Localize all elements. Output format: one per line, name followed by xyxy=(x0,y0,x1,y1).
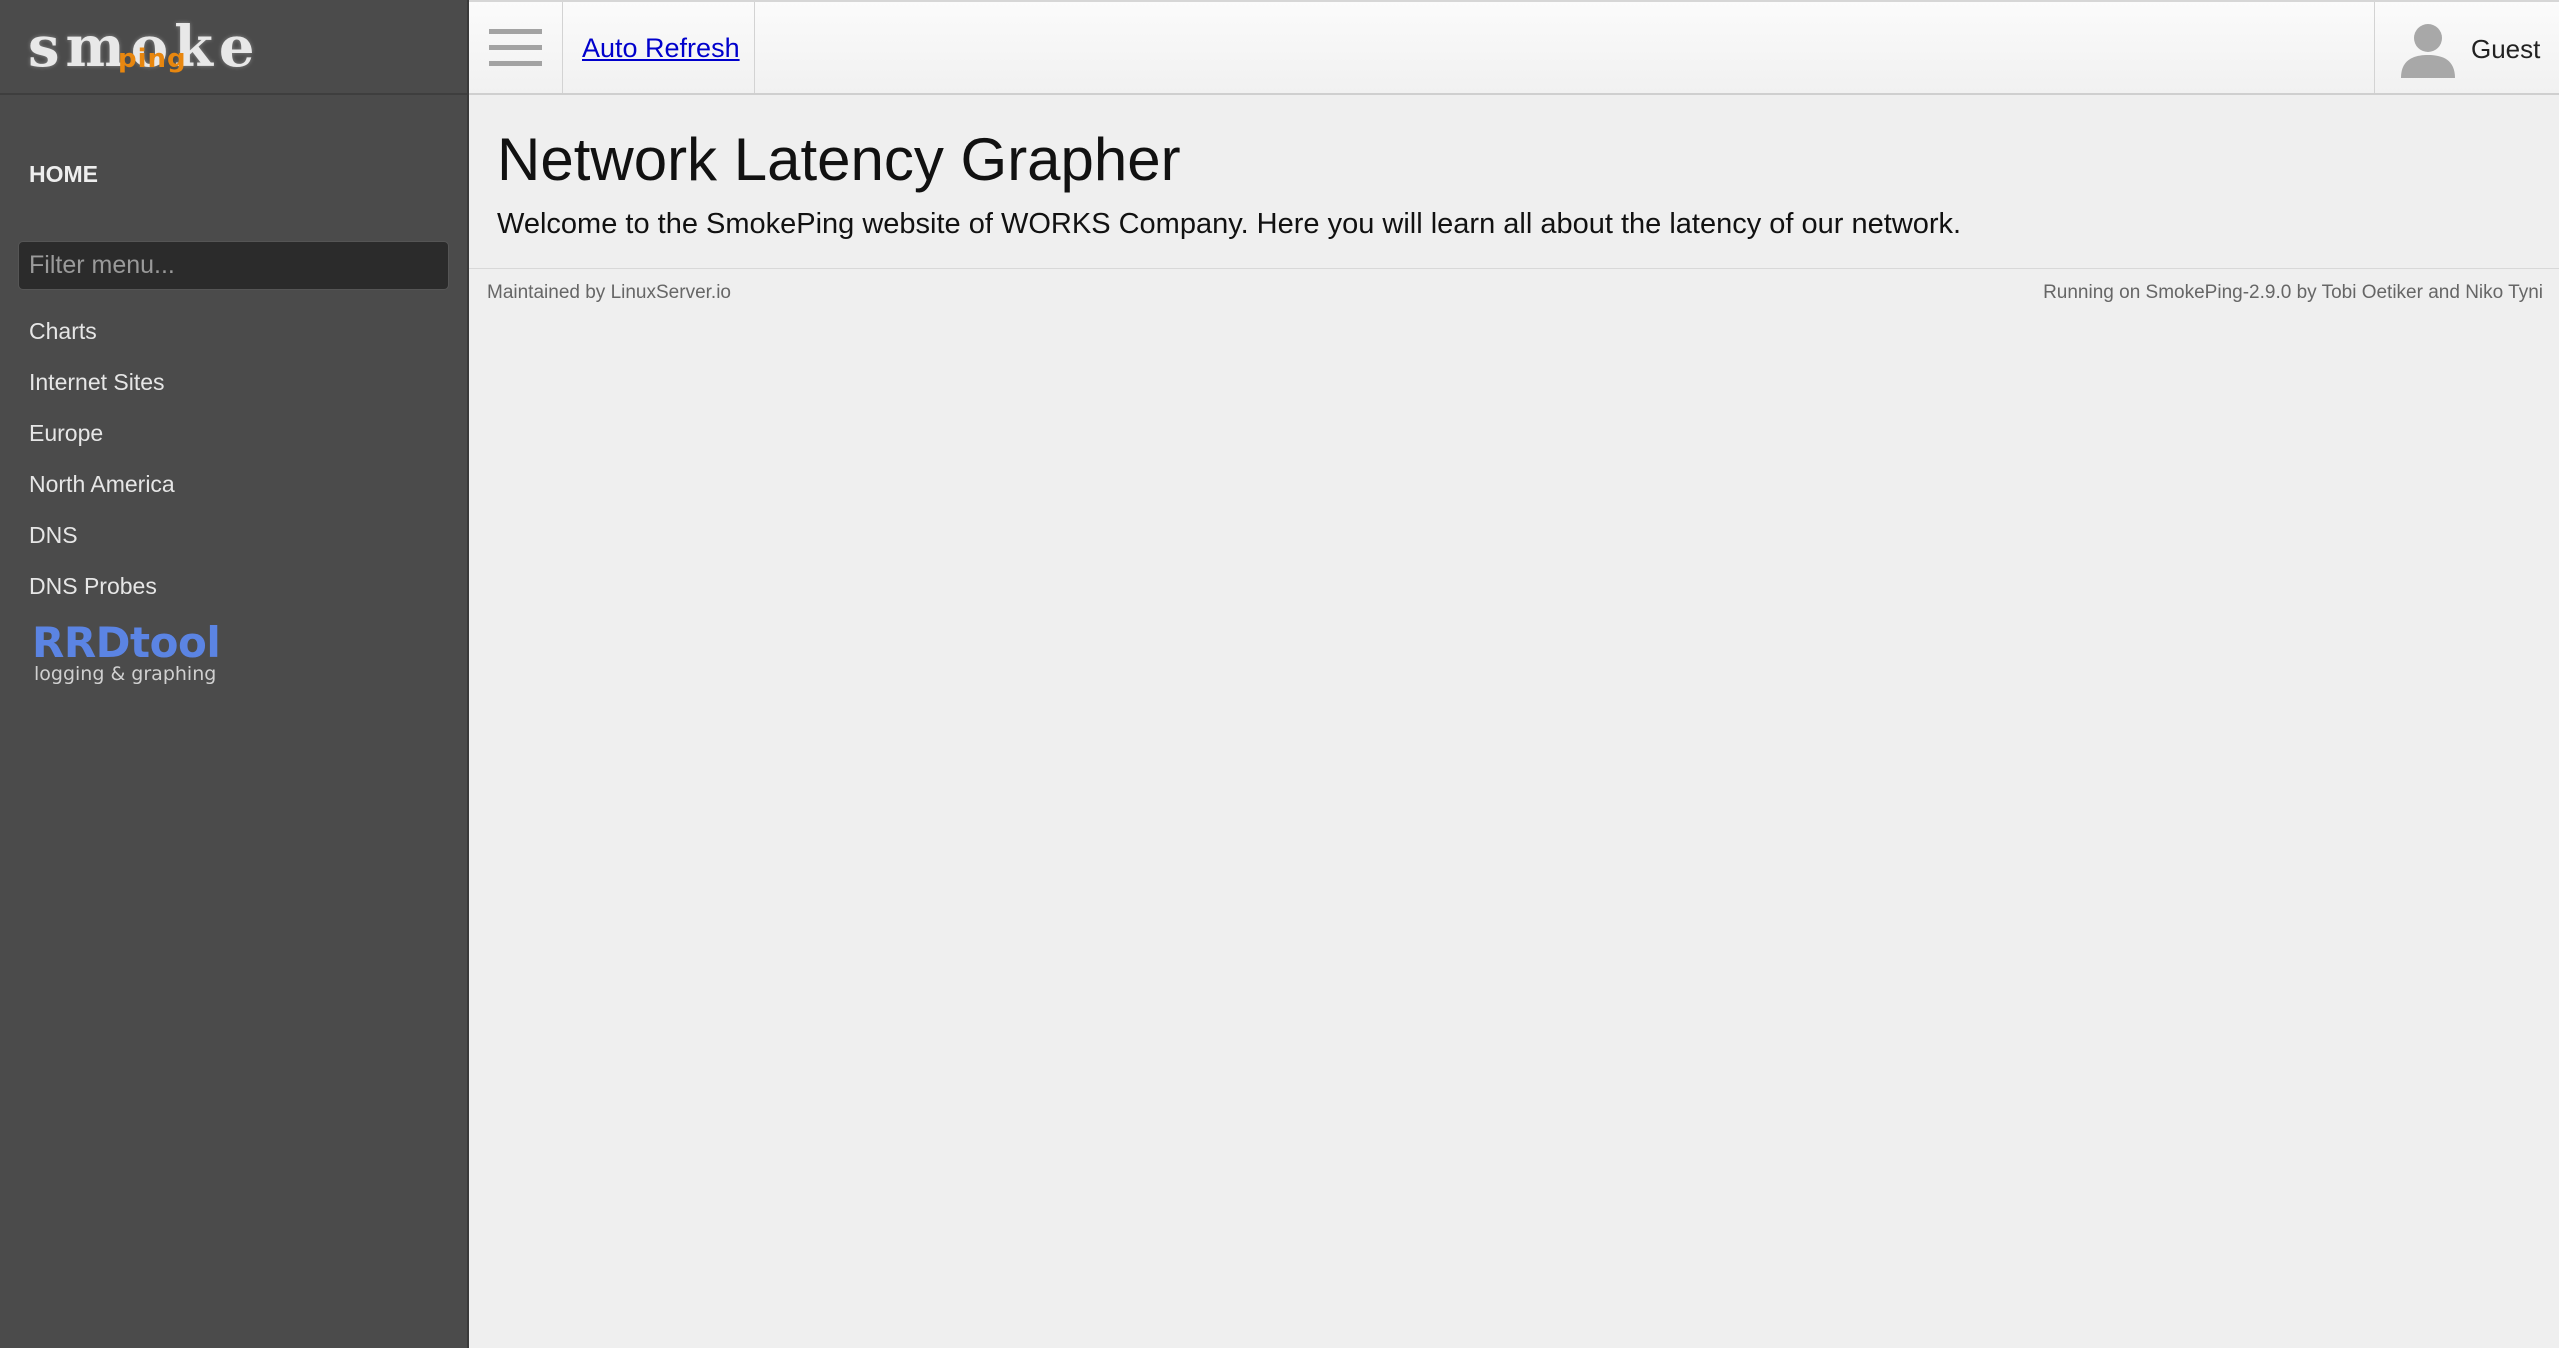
user-icon xyxy=(2401,24,2455,78)
sidebar: smoke ping HOME Charts Internet Sites Eu… xyxy=(0,0,469,1348)
top-bar: Auto Refresh Guest xyxy=(469,0,2559,95)
user-menu[interactable]: Guest xyxy=(2374,2,2559,93)
rrdtool-logo-subtitle: logging & graphing xyxy=(34,663,217,685)
sidebar-menu: Charts Internet Sites Europe North Ameri… xyxy=(29,312,175,618)
page-title: Network Latency Grapher xyxy=(497,126,1181,193)
footer-divider xyxy=(469,268,2559,269)
hamburger-menu-button[interactable] xyxy=(469,2,563,93)
user-name-label: Guest xyxy=(2471,34,2541,64)
sidebar-item-charts[interactable]: Charts xyxy=(29,312,175,363)
rrdtool-logo-title: RRDtool xyxy=(32,618,221,667)
sidebar-item-internet-sites[interactable]: Internet Sites xyxy=(29,363,175,414)
sidebar-item-dns[interactable]: DNS xyxy=(29,516,175,567)
rrdtool-logo[interactable]: RRDtool logging & graphing xyxy=(32,618,221,685)
sidebar-item-home[interactable]: HOME xyxy=(29,161,98,188)
sidebar-item-dns-probes[interactable]: DNS Probes xyxy=(29,567,175,618)
footer-maintainer-text: Maintained by LinuxServer.io xyxy=(487,282,731,303)
sidebar-item-europe[interactable]: Europe xyxy=(29,414,175,465)
logo-bar: smoke ping xyxy=(0,0,467,95)
sidebar-item-north-america[interactable]: North America xyxy=(29,465,175,516)
footer-version-text: Running on SmokePing-2.9.0 by Tobi Oetik… xyxy=(2043,282,2543,303)
logo-ping-text: ping xyxy=(118,44,187,74)
welcome-text: Welcome to the SmokePing website of WORK… xyxy=(497,208,1962,240)
auto-refresh-container: Auto Refresh xyxy=(563,2,755,93)
filter-menu-input[interactable] xyxy=(18,241,449,290)
auto-refresh-link[interactable]: Auto Refresh xyxy=(582,33,740,64)
